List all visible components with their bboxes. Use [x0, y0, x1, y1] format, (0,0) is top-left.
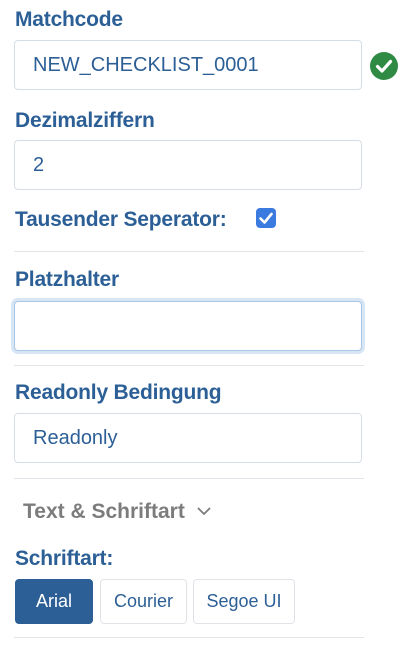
text-schriftart-label: Text & Schriftart — [23, 500, 185, 523]
font-option-segoe-ui[interactable]: Segoe UI — [193, 579, 295, 624]
platzhalter-input[interactable] — [14, 301, 362, 351]
properties-panel: Matchcode Dezimalziffern Tausender Seper… — [0, 0, 412, 651]
matchcode-label: Matchcode — [15, 8, 123, 31]
checkmark-icon — [259, 212, 273, 224]
divider — [14, 365, 364, 366]
check-circle-icon — [370, 52, 398, 80]
font-option-courier[interactable]: Courier — [100, 579, 187, 624]
readonly-bedingung-label: Readonly Bedingung — [15, 381, 222, 404]
tausender-seperator-label: Tausender Seperator: — [15, 208, 227, 231]
matchcode-input[interactable] — [14, 40, 362, 90]
text-schriftart-toggle[interactable]: Text & Schriftart — [23, 500, 211, 524]
dezimalziffern-input[interactable] — [14, 140, 362, 190]
readonly-bedingung-input[interactable] — [14, 413, 362, 463]
schriftart-label: Schriftart: — [15, 547, 114, 570]
platzhalter-label: Platzhalter — [15, 268, 119, 291]
divider — [14, 251, 364, 252]
divider — [14, 637, 364, 638]
dezimalziffern-label: Dezimalziffern — [15, 109, 155, 132]
divider — [14, 478, 364, 479]
tausender-seperator-checkbox[interactable] — [256, 208, 276, 228]
font-option-arial[interactable]: Arial — [15, 579, 93, 624]
chevron-down-icon — [197, 507, 211, 515]
